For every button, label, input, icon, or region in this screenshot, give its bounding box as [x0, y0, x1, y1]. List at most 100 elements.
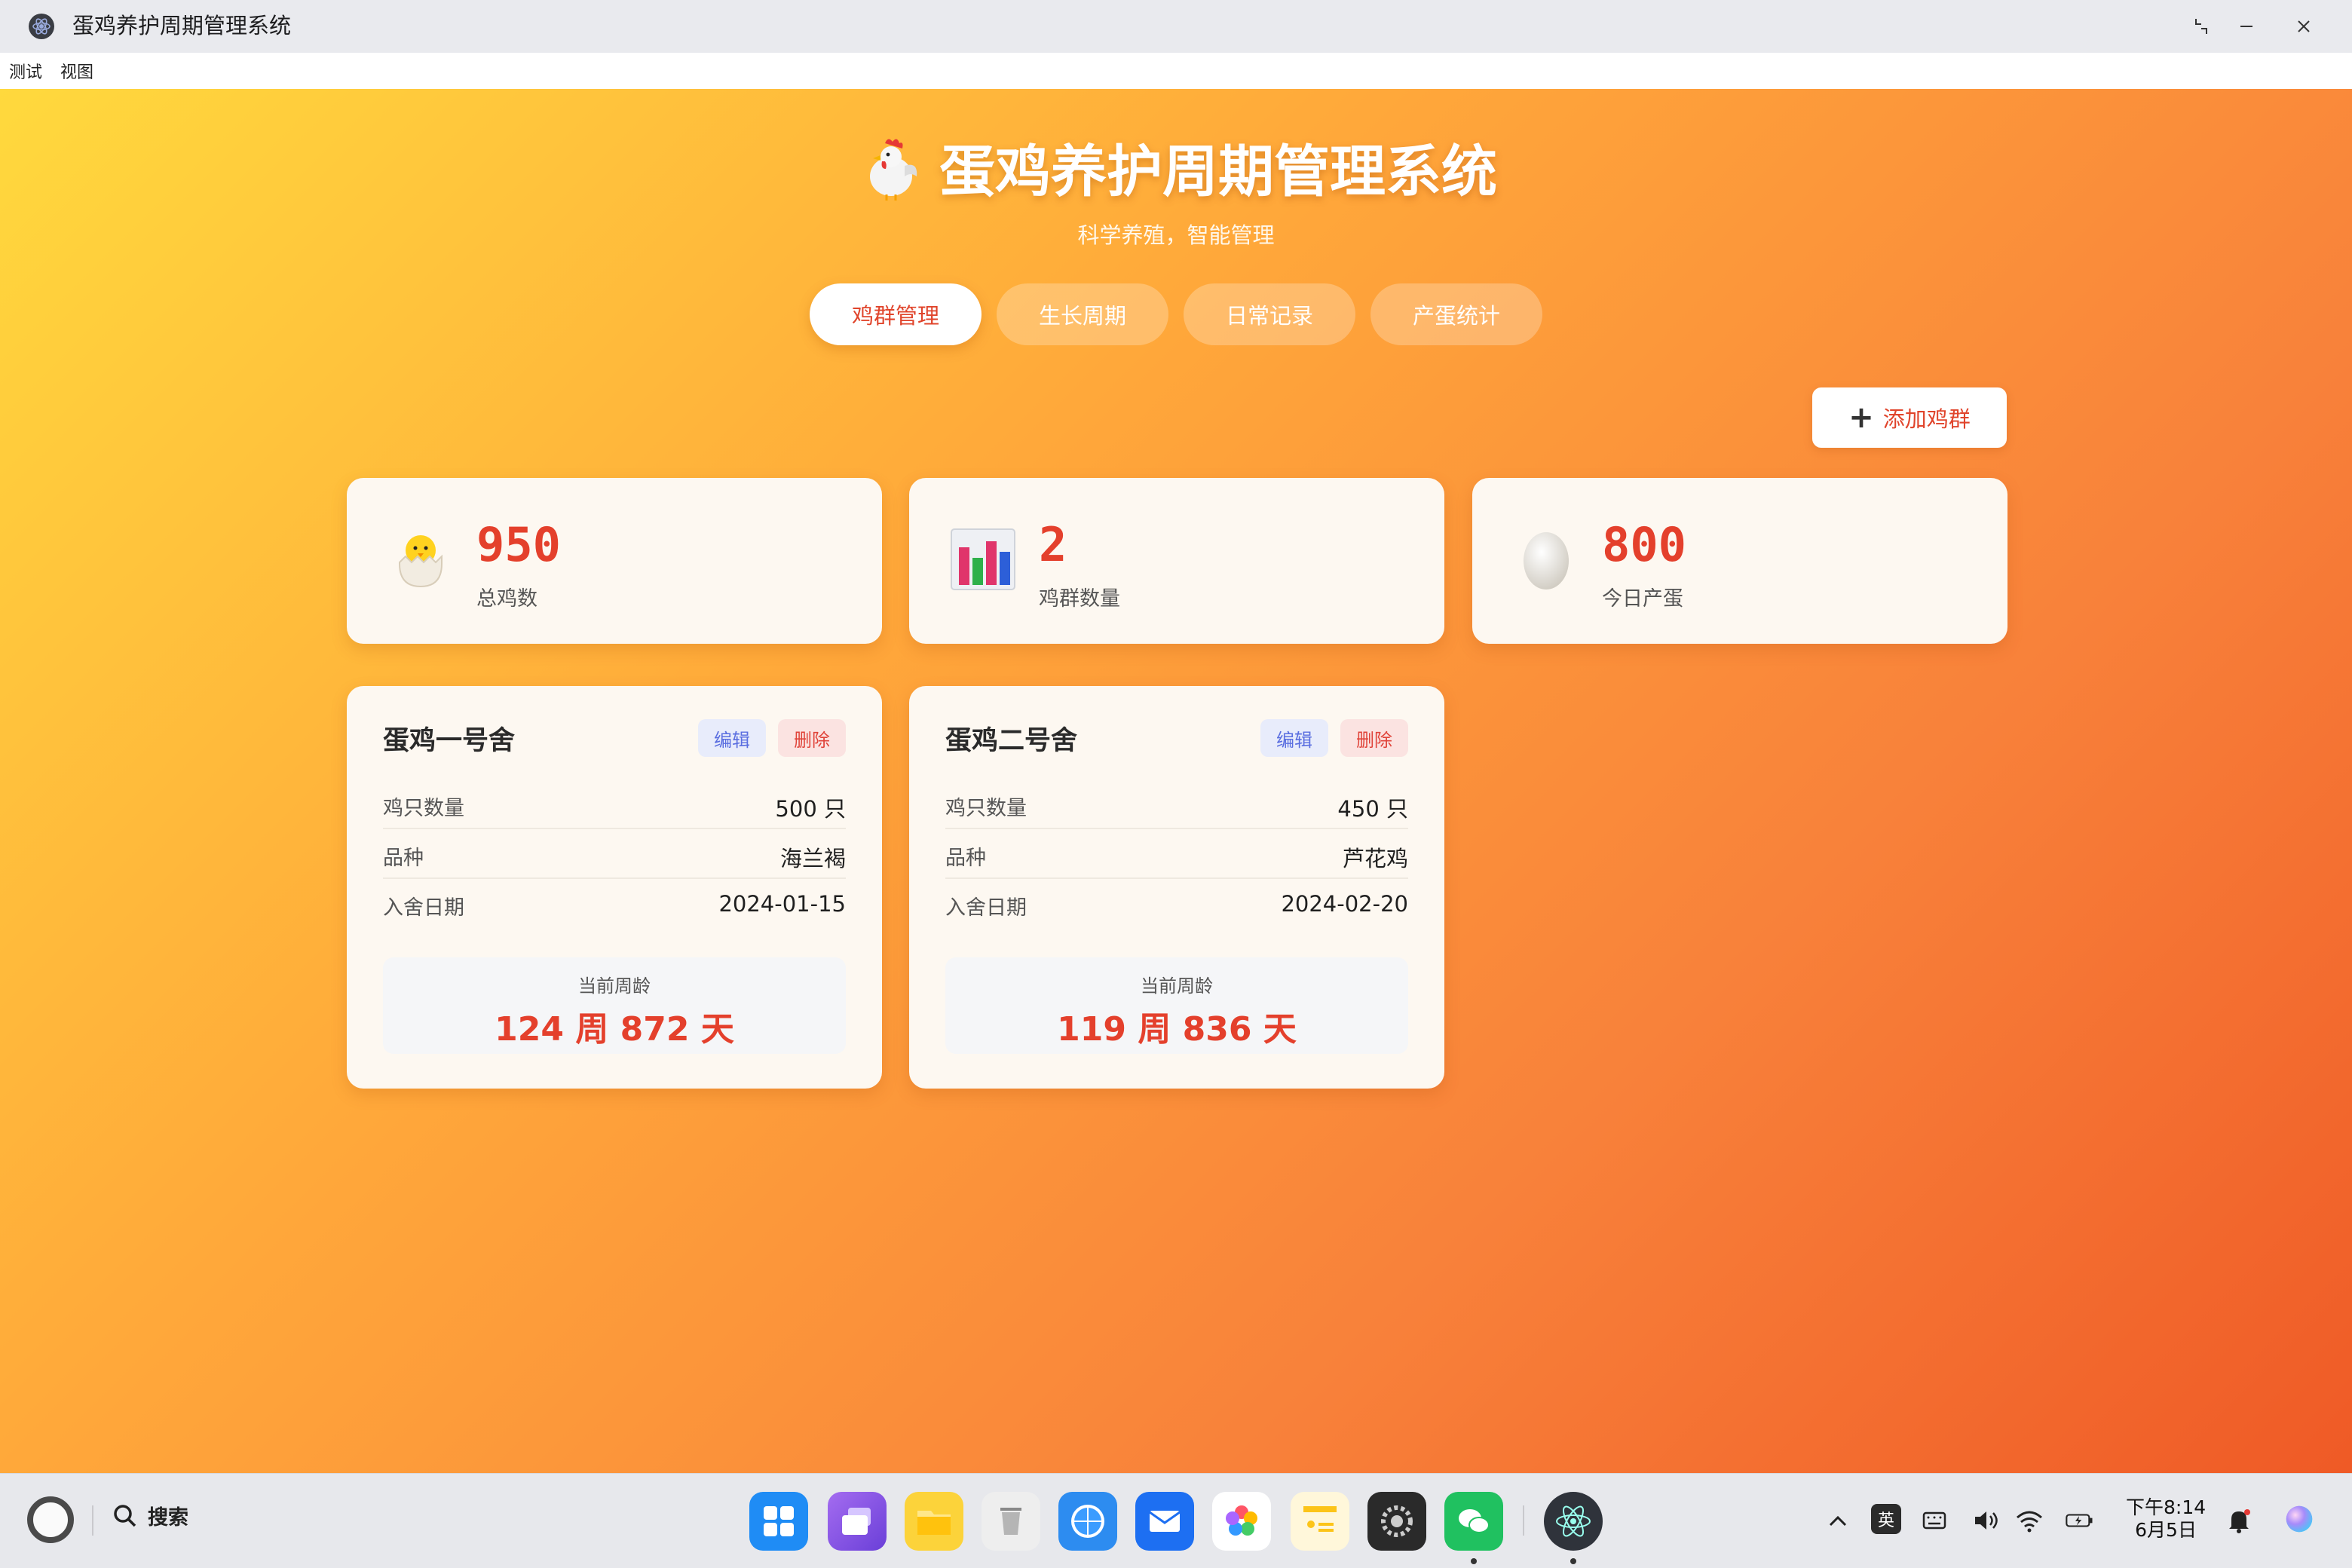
taskbar-search[interactable]: 搜索 — [112, 1501, 188, 1530]
tab-egg-statistics[interactable]: 产蛋统计 — [1370, 283, 1542, 345]
page-subtitle: 科学养殖，智能管理 — [1077, 222, 1275, 248]
chevron-up-icon — [1829, 1515, 1847, 1527]
battery-button[interactable] — [2061, 1501, 2097, 1540]
stat-card-total-chickens: 950 总鸡数 — [347, 478, 882, 644]
age-box: 当前周龄 124 周 872 天 — [383, 957, 846, 1054]
page-title-text: 蛋鸡养护周期管理系统 — [939, 139, 1497, 204]
row-key: 鸡只数量 — [945, 797, 1027, 820]
delete-button[interactable]: 删除 — [1340, 719, 1408, 757]
notifications-button[interactable] — [2224, 1501, 2254, 1540]
input-method-indicator[interactable]: 英 — [1871, 1504, 1901, 1534]
page-header: 蛋鸡养护周期管理系统 科学养殖，智能管理 — [0, 127, 2352, 250]
flock-row-date: 入舍日期 2024-02-20 — [945, 879, 1408, 929]
menu-bar: 测试 视图 — [0, 53, 2352, 89]
keyboard-button[interactable] — [1919, 1501, 1949, 1540]
tab-daily-records[interactable]: 日常记录 — [1184, 283, 1355, 345]
wifi-button[interactable] — [2014, 1501, 2044, 1540]
volume-icon — [1975, 1511, 1998, 1530]
edit-button[interactable]: 编辑 — [698, 719, 766, 757]
age-box: 当前周龄 119 周 836 天 — [945, 957, 1408, 1054]
electron-app-icon[interactable] — [1544, 1492, 1603, 1551]
row-value: 2024-02-20 — [1281, 891, 1408, 917]
taskbar: 搜索 英 下午8:14 6月5日 — [0, 1473, 2352, 1568]
tab-flock-management[interactable]: 鸡群管理 — [810, 283, 982, 345]
running-indicator — [1570, 1558, 1576, 1564]
launcher-grid-icon[interactable] — [749, 1492, 808, 1551]
trash-icon[interactable] — [982, 1492, 1040, 1551]
menu-item-test[interactable]: 测试 — [9, 59, 42, 83]
window-title: 蛋鸡养护周期管理系统 — [72, 13, 292, 38]
bell-icon — [2229, 1509, 2250, 1533]
flock-name: 蛋鸡二号舍 — [945, 726, 1078, 756]
stat-label: 鸡群数量 — [1039, 587, 1120, 611]
tab-bar: 鸡群管理 生长周期 日常记录 产蛋统计 — [0, 283, 2352, 345]
row-value: 海兰褐 — [779, 846, 846, 871]
stat-value: 800 — [1602, 517, 1686, 572]
flock-card: 蛋鸡二号舍 编辑 删除 鸡只数量 450 只 品种 芦花鸡 入舍日期 2024-… — [909, 686, 1444, 1089]
age-value: 119 周 836 天 — [1057, 1010, 1297, 1049]
stat-card-today-eggs: 800 今日产蛋 — [1472, 478, 2007, 644]
browser-icon[interactable] — [1058, 1492, 1117, 1551]
plus-icon: + — [1848, 400, 1874, 435]
clock-time: 下午8:14 — [2126, 1496, 2207, 1518]
battery-icon — [2066, 1514, 2093, 1527]
assistant-orb-icon — [2286, 1505, 2313, 1533]
restore-button[interactable] — [2179, 8, 2224, 45]
row-value: 500 只 — [775, 796, 846, 822]
minimize-button[interactable] — [2224, 8, 2269, 45]
tab-growth-cycle[interactable]: 生长周期 — [997, 283, 1168, 345]
search-label: 搜索 — [148, 1506, 188, 1530]
notes-icon[interactable] — [1291, 1492, 1349, 1551]
taskbar-divider — [1523, 1505, 1524, 1536]
row-key: 鸡只数量 — [383, 797, 464, 820]
add-flock-button[interactable]: + 添加鸡群 — [1812, 387, 2007, 448]
tray-expand-button[interactable] — [1823, 1501, 1853, 1540]
edit-button[interactable]: 编辑 — [1260, 719, 1328, 757]
keyboard-icon — [1922, 1511, 1946, 1530]
start-button[interactable] — [27, 1496, 74, 1543]
restore-icon — [2195, 19, 2207, 34]
stat-card-flock-count: 2 鸡群数量 — [909, 478, 1444, 644]
app-content: 蛋鸡养护周期管理系统 科学养殖，智能管理 鸡群管理 生长周期 日常记录 产蛋统计… — [0, 89, 2352, 1473]
flock-row-count: 鸡只数量 500 只 — [383, 779, 846, 829]
volume-button[interactable] — [1971, 1501, 2001, 1540]
window-titlebar: 蛋鸡养护周期管理系统 — [0, 0, 2352, 53]
delete-button[interactable]: 删除 — [778, 719, 846, 757]
age-label: 当前周龄 — [1141, 975, 1213, 997]
taskbar-clock[interactable]: 下午8:14 6月5日 — [2126, 1496, 2206, 1542]
flock-row-breed: 品种 芦花鸡 — [945, 829, 1408, 879]
stat-value: 950 — [476, 517, 561, 572]
page-title: 蛋鸡养护周期管理系统 — [855, 127, 1497, 207]
flock-row-breed: 品种 海兰褐 — [383, 829, 846, 879]
row-key: 入舍日期 — [945, 896, 1027, 920]
multitask-icon[interactable] — [828, 1492, 887, 1551]
rooster-icon — [870, 138, 917, 201]
row-key: 入舍日期 — [383, 896, 464, 920]
hatching-chick-icon — [399, 535, 443, 588]
stat-label: 总鸡数 — [476, 587, 537, 611]
clock-date: 6月5日 — [2135, 1519, 2197, 1541]
close-button[interactable] — [2281, 8, 2326, 45]
assistant-button[interactable] — [2277, 1496, 2322, 1542]
photos-icon[interactable] — [1212, 1492, 1271, 1551]
app-icon — [29, 14, 54, 39]
wechat-icon[interactable] — [1444, 1492, 1503, 1551]
settings-icon[interactable] — [1367, 1492, 1426, 1551]
row-value: 芦花鸡 — [1342, 846, 1408, 871]
flock-name: 蛋鸡一号舍 — [383, 726, 516, 756]
age-label: 当前周龄 — [578, 975, 651, 997]
running-indicator — [1471, 1558, 1477, 1564]
stat-value: 2 — [1039, 517, 1067, 572]
row-value: 2024-01-15 — [718, 891, 846, 917]
search-icon — [114, 1504, 136, 1527]
stat-label: 今日产蛋 — [1602, 587, 1683, 611]
add-flock-label: 添加鸡群 — [1882, 406, 1971, 432]
mail-icon[interactable] — [1135, 1492, 1194, 1551]
files-icon[interactable] — [905, 1492, 963, 1551]
row-value: 450 只 — [1337, 796, 1408, 822]
menu-item-view[interactable]: 视图 — [60, 59, 93, 83]
age-value: 124 周 872 天 — [495, 1010, 734, 1049]
row-key: 品种 — [945, 847, 986, 870]
flock-row-count: 鸡只数量 450 只 — [945, 779, 1408, 829]
flock-card: 蛋鸡一号舍 编辑 删除 鸡只数量 500 只 品种 海兰褐 入舍日期 2024-… — [347, 686, 882, 1089]
